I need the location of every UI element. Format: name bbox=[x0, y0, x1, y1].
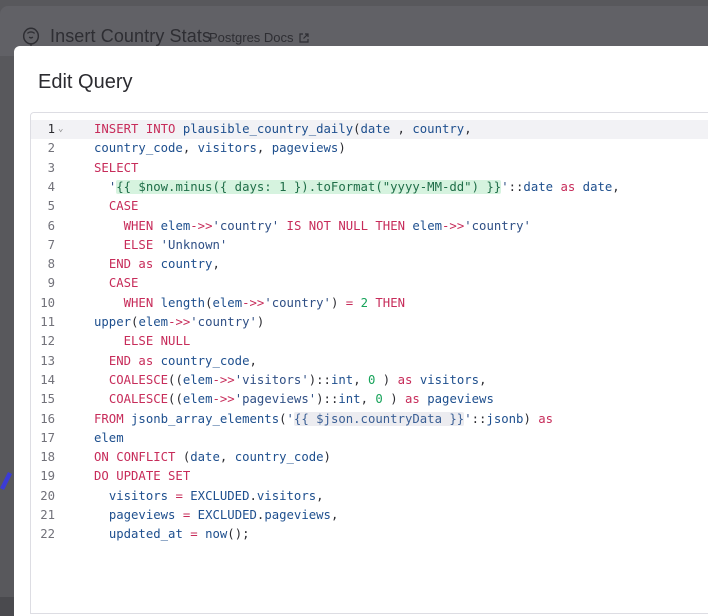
line-number: 10 bbox=[40, 295, 55, 310]
line-number: 17 bbox=[40, 430, 55, 445]
sql-code-editor[interactable]: 1 ⌄ INSERT INTO plausible_country_daily(da… bbox=[30, 112, 708, 614]
edit-pencil-icon[interactable] bbox=[0, 466, 12, 492]
code-line[interactable]: 18 ON CONFLICT (date, country_code) bbox=[31, 448, 708, 467]
code-text: COALESCE((elem->>'visitors')::int, 0 ) a… bbox=[108, 372, 487, 387]
code-line[interactable]: 11 upper(elem->>'country') bbox=[31, 313, 708, 332]
code-text: upper(elem->>'country') bbox=[94, 315, 265, 329]
line-number: 8 bbox=[47, 257, 55, 272]
code-text: updated_at = now(); bbox=[108, 527, 250, 542]
line-number: 21 bbox=[40, 508, 55, 522]
modal-title: Edit Query bbox=[38, 71, 133, 93]
code-line[interactable]: 19 DO UPDATE SET bbox=[31, 467, 708, 486]
code-text: CASE bbox=[108, 276, 139, 291]
code-text: DO UPDATE SET bbox=[94, 469, 191, 484]
line-number: 22 bbox=[40, 527, 55, 542]
code-line[interactable]: 4 '{{ $now.minus({ days: 1 }).toFormat("… bbox=[31, 178, 708, 197]
code-line[interactable]: 5 CASE bbox=[31, 197, 708, 216]
code-text: FROM jsonb_array_elements('{{ $json.coun… bbox=[94, 411, 554, 426]
workflow-node-title: Insert Country Stats bbox=[50, 26, 212, 46]
line-number: 14 bbox=[40, 372, 55, 387]
code-text: elem bbox=[94, 430, 124, 445]
code-text: '{{ $now.minus({ days: 1 }).toFormat("yy… bbox=[108, 179, 620, 194]
fold-chevron-icon[interactable]: ⌄ bbox=[58, 120, 63, 139]
line-number: 4 bbox=[47, 179, 55, 194]
line-number: 15 bbox=[40, 392, 55, 407]
code-text: WHEN length(elem->>'country') = 2 THEN bbox=[123, 295, 406, 310]
edit-query-modal: Edit Query 1 ⌄ INSERT INTO plausible_count… bbox=[14, 46, 708, 616]
code-line[interactable]: 20 visitors = EXCLUDED.visitors, bbox=[31, 487, 708, 506]
code-text: INSERT INTO plausible_country_daily(date… bbox=[94, 122, 472, 136]
code-line[interactable]: 6 WHEN elem->>'country' IS NOT NULL THEN… bbox=[31, 217, 708, 236]
code-line[interactable]: 12 ELSE NULL bbox=[31, 332, 708, 351]
code-text: ELSE NULL bbox=[123, 334, 191, 349]
code-text: COALESCE((elem->>'pageviews')::int, 0 ) … bbox=[108, 392, 494, 407]
line-number: 6 bbox=[47, 218, 55, 233]
code-line[interactable]: 9 CASE bbox=[31, 274, 708, 293]
code-line[interactable]: 10 WHEN length(elem->>'country') = 2 THE… bbox=[31, 294, 708, 313]
line-number: 19 bbox=[40, 469, 55, 484]
code-line[interactable]: 14 COALESCE((elem->>'visitors')::int, 0 … bbox=[31, 371, 708, 390]
code-line[interactable]: 17 elem bbox=[31, 429, 708, 448]
docs-link-label: Postgres Docs bbox=[209, 30, 294, 45]
code-line[interactable]: 16 FROM jsonb_array_elements('{{ $json.co… bbox=[31, 410, 708, 429]
docs-link[interactable]: Postgres Docs bbox=[209, 30, 310, 45]
line-number: 1 bbox=[47, 122, 55, 136]
line-number: 16 bbox=[40, 411, 55, 426]
line-number: 13 bbox=[40, 353, 55, 368]
code-line[interactable]: 13 END as country_code, bbox=[31, 352, 708, 371]
code-line[interactable]: 15 COALESCE((elem->>'pageviews')::int, 0… bbox=[31, 390, 708, 409]
code-text: CASE bbox=[108, 199, 139, 214]
line-number: 5 bbox=[47, 199, 55, 214]
external-link-icon bbox=[298, 32, 309, 43]
code-line[interactable]: 1 ⌄ INSERT INTO plausible_country_daily(da… bbox=[31, 120, 708, 140]
code-line[interactable]: 3 SELECT bbox=[31, 159, 708, 178]
code-text: END as country_code, bbox=[108, 353, 257, 368]
code-text: visitors = EXCLUDED.visitors, bbox=[108, 488, 324, 503]
code-line[interactable]: 7 ELSE 'Unknown' bbox=[31, 236, 708, 255]
postgres-logo-icon bbox=[22, 27, 40, 47]
line-number: 2 bbox=[47, 141, 55, 156]
code-text: ON CONFLICT (date, country_code) bbox=[94, 450, 331, 465]
line-number: 7 bbox=[47, 237, 55, 252]
code-text: SELECT bbox=[94, 160, 139, 175]
code-line[interactable]: 21 pageviews = EXCLUDED.pageviews, bbox=[31, 506, 708, 525]
code-line[interactable]: 8 END as country, bbox=[31, 255, 708, 274]
line-number: 18 bbox=[40, 450, 55, 465]
line-number: 11 bbox=[40, 315, 55, 329]
code-text: END as country, bbox=[108, 257, 220, 272]
line-number: 20 bbox=[40, 488, 55, 503]
code-text: WHEN elem->>'country' IS NOT NULL THEN e… bbox=[123, 218, 531, 233]
code-text: pageviews = EXCLUDED.pageviews, bbox=[108, 508, 339, 522]
line-number: 9 bbox=[47, 276, 55, 291]
code-line[interactable]: 22 updated_at = now(); bbox=[31, 525, 708, 544]
line-number: 3 bbox=[47, 160, 55, 175]
code-text: ELSE 'Unknown' bbox=[123, 237, 228, 252]
line-number: 12 bbox=[40, 334, 55, 349]
code-text: country_code, visitors, pageviews) bbox=[94, 141, 346, 156]
code-line[interactable]: 2 country_code, visitors, pageviews) bbox=[31, 139, 708, 158]
